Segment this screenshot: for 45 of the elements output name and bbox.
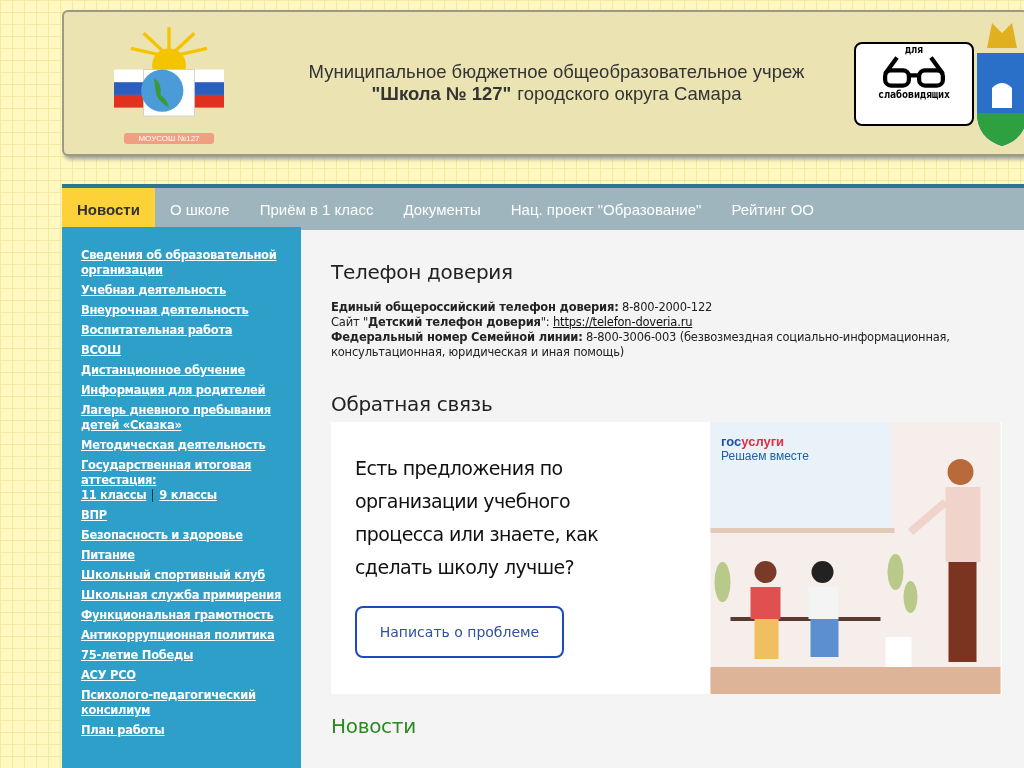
sidebar-link[interactable]: ВСОШ [81, 343, 121, 358]
sidebar-link[interactable]: АСУ РСО [81, 668, 136, 683]
city-district: городского округа Самара [517, 83, 742, 104]
sidebar-link[interactable]: Воспитательная работа [81, 323, 233, 338]
info-text: Федеральный номер Семейной линии: 8-800-3006-003 (безвозмездная социально-информационная, консультационная, юридическая и иная помощь) [331, 330, 951, 360]
sidebar-link[interactable]: Учебная деятельность [81, 283, 226, 298]
nav-tab[interactable]: Новости [62, 188, 155, 230]
website-link[interactable]: https://telefon-doveria.ru [553, 315, 693, 329]
section-heading: Телефон доверия [331, 260, 514, 284]
sidebar-link[interactable]: ВПР [81, 508, 107, 523]
sidebar-link[interactable]: Психолого-педагогический консилиум [81, 688, 301, 718]
sidebar-link[interactable]: Школьный спортивный клуб [81, 568, 265, 583]
sidebar-link[interactable]: Сведения об образовательной организации [81, 248, 301, 278]
logo-caption: МОУСОШ №127 [124, 132, 214, 144]
sidebar-link[interactable]: 11 классы [81, 488, 147, 503]
sidebar-link[interactable]: 75-летие Победы [81, 648, 194, 663]
nav-tab[interactable]: О школе [154, 188, 245, 230]
sidebar-link[interactable]: Функциональная грамотность [81, 608, 274, 623]
section-heading: Обратная связь [331, 392, 494, 416]
nav-tab[interactable]: Рейтинг ОО [716, 188, 829, 230]
write-problem-button[interactable]: Написать о проблеме [355, 606, 564, 658]
info-text: Сайт "Детский телефон доверия": [331, 315, 550, 329]
accessibility-button[interactable]: для слабовидящих [854, 42, 974, 126]
nav-tab[interactable]: Нац. проект "Образование" [495, 188, 717, 230]
sidebar-link[interactable]: Государственная итоговая аттестация: [81, 458, 301, 488]
school-name: Муниципальное бюджетное общеобразовательное учреж [308, 61, 805, 83]
school-name-bold: "Школа № 127" [371, 83, 512, 104]
sidebar-link[interactable]: Лагерь дневного пребывания детей «Сказка» [81, 403, 301, 433]
nav-tab[interactable]: Приём в 1 класс [244, 188, 389, 230]
feedback-question: Есть предложения по организации учебного процесса или знаете, как сделать школу лучше? [355, 456, 600, 580]
sidebar-link[interactable]: Питание [81, 548, 135, 563]
service-logo: госуслуги [721, 434, 786, 449]
sidebar-link[interactable]: Внеурочная деятельность [81, 303, 249, 318]
sidebar-link[interactable]: План работы [81, 723, 165, 738]
sidebar-link[interactable]: Дистанционное обучение [81, 363, 245, 378]
logo-slogan: Решаем вместе [721, 449, 809, 463]
sidebar-link[interactable]: 9 классы [159, 488, 217, 503]
sidebar-link[interactable]: Методическая деятельность [81, 438, 266, 453]
news-heading: Новости [331, 714, 417, 738]
sidebar-link[interactable]: Школьная служба примирения [81, 588, 281, 603]
nav-tab[interactable]: Документы [388, 188, 496, 230]
sidebar-link[interactable]: Информация для родителей [81, 383, 266, 398]
info-text: Единый общероссийский телефон доверия: 8-800-2000-122 [331, 300, 714, 315]
sidebar-link[interactable]: Антикоррупционная политика [81, 628, 275, 643]
sidebar-link[interactable]: Безопасность и здоровье [81, 528, 243, 543]
